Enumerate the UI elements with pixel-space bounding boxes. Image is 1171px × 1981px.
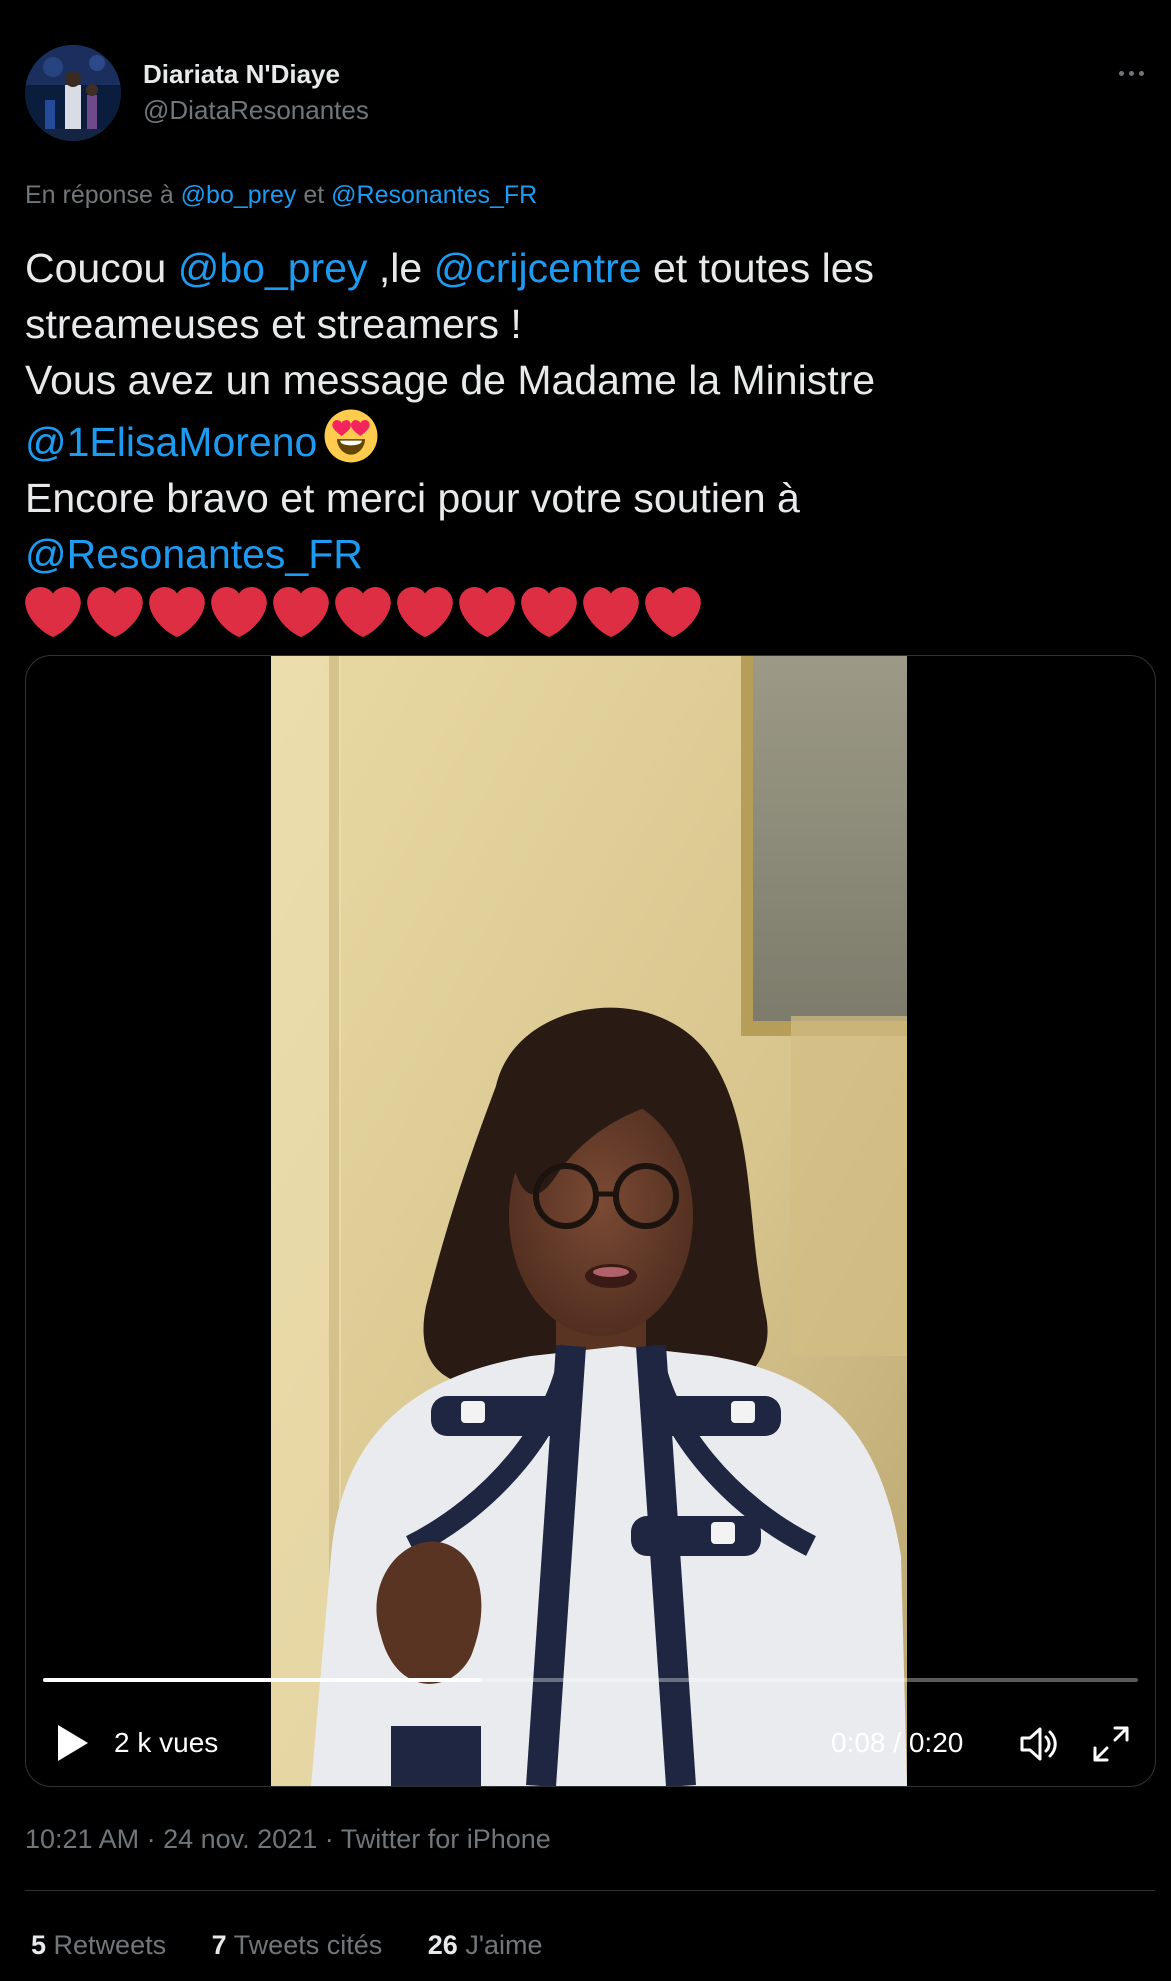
reply-mention-resonantes[interactable]: @Resonantes_FR	[331, 181, 537, 209]
tweet-time[interactable]: 10:21 AM	[25, 1824, 139, 1854]
red-heart-emoji-icon	[645, 587, 701, 637]
author-info[interactable]: Diariata N'Diaye @DiataResonantes	[143, 58, 369, 126]
video-still-image	[271, 656, 907, 1786]
video-duration: 0:20	[908, 1727, 964, 1758]
red-heart-emoji-icon	[211, 587, 267, 637]
more-dot	[1118, 70, 1124, 76]
more-dot	[1128, 70, 1134, 76]
tweet-header: Diariata N'Diaye @DiataResonantes	[25, 45, 1155, 145]
heart-eyes-emoji-icon	[324, 409, 378, 463]
display-name[interactable]: Diariata N'Diaye	[143, 58, 369, 90]
tweet-line-3: Vous avez un message de Madame la Minist…	[25, 357, 876, 403]
red-heart-emoji-icon	[521, 587, 577, 637]
tweet-line-5: Encore bravo et merci pour votre soutien…	[25, 475, 800, 521]
red-heart-emoji-icon	[149, 587, 205, 637]
mention-resonantes[interactable]: @Resonantes_FR	[25, 531, 363, 577]
meta-separator: ·	[139, 1824, 164, 1854]
tweet-line-6: @Resonantes_FR	[25, 526, 1145, 582]
red-heart-emoji-icon	[87, 587, 143, 637]
video-progress-fill	[43, 1678, 481, 1682]
user-handle[interactable]: @DiataResonantes	[143, 94, 369, 126]
retweets-label: Retweets	[53, 1930, 167, 1960]
quote-tweets-label: Tweets cités	[233, 1930, 383, 1960]
more-dot	[1138, 70, 1144, 76]
meta-separator: ·	[317, 1824, 341, 1854]
hearts-row	[25, 584, 1145, 644]
reply-prefix: En réponse à	[25, 181, 174, 209]
mention-elisa-moreno[interactable]: @1ElisaMoreno	[25, 419, 317, 465]
red-heart-emoji-icon	[397, 587, 453, 637]
tweet-meta: 10:21 AM · 24 nov. 2021 · Twitter for iP…	[25, 1821, 551, 1857]
red-heart-emoji-icon	[459, 587, 515, 637]
quote-tweets-stat[interactable]: 7 Tweets cités	[212, 1927, 383, 1963]
avatar[interactable]	[25, 45, 121, 141]
avatar-photo	[25, 45, 121, 141]
red-heart-emoji-icon	[273, 587, 329, 637]
video-frame[interactable]	[271, 656, 907, 1786]
retweets-stat[interactable]: 5 Retweets	[31, 1927, 166, 1963]
red-heart-emoji-icon	[583, 587, 639, 637]
video-player[interactable]: 2 k vues 0:08 / 0:20	[25, 655, 1156, 1787]
tweet-line-1: Coucou @bo_prey ,le @crijcentre et toute…	[25, 240, 1145, 296]
likes-stat[interactable]: 26 J'aime	[428, 1927, 543, 1963]
tweet-text-segment: ,le	[367, 245, 434, 291]
video-time: 0:08 / 0:20	[831, 1726, 963, 1760]
quote-tweets-count: 7	[211, 1930, 227, 1960]
play-icon[interactable]	[54, 1723, 90, 1763]
tweet-line-4: @1ElisaMoreno	[25, 408, 1145, 470]
mention-crijcentre[interactable]: @crijcentre	[434, 245, 642, 291]
reply-context: En réponse à @bo_prey et @Resonantes_FR	[25, 178, 537, 212]
tweet-text-segment: et toutes les	[641, 245, 875, 291]
tweet-date[interactable]: 24 nov. 2021	[163, 1824, 317, 1854]
video-progress-bar[interactable]	[43, 1678, 1138, 1682]
likes-label: J'aime	[465, 1930, 543, 1960]
tweet-line-2: streameuses et streamers !	[25, 301, 522, 347]
reply-joiner: et	[303, 181, 325, 209]
time-separator: /	[885, 1727, 909, 1758]
volume-icon[interactable]	[1016, 1722, 1060, 1766]
likes-count: 26	[427, 1930, 458, 1960]
tweet-text: Coucou @bo_prey ,le @crijcentre et toute…	[25, 240, 1145, 644]
red-heart-emoji-icon	[25, 587, 81, 637]
video-current-time: 0:08	[831, 1727, 886, 1758]
fullscreen-icon[interactable]	[1089, 1722, 1133, 1766]
divider	[25, 1890, 1155, 1891]
reply-mention-bo-prey[interactable]: @bo_prey	[181, 181, 297, 209]
mention-bo-prey[interactable]: @bo_prey	[178, 245, 368, 291]
video-view-count: 2 k vues	[114, 1727, 219, 1758]
more-options-icon[interactable]	[1107, 55, 1155, 91]
retweets-count: 5	[31, 1930, 47, 1960]
tweet-text-segment: Coucou	[25, 245, 178, 291]
red-heart-emoji-icon	[335, 587, 391, 637]
tweet-stats: 5 Retweets 7 Tweets cités 26 J'aime	[31, 1927, 581, 1963]
tweet-source[interactable]: Twitter for iPhone	[341, 1824, 551, 1854]
